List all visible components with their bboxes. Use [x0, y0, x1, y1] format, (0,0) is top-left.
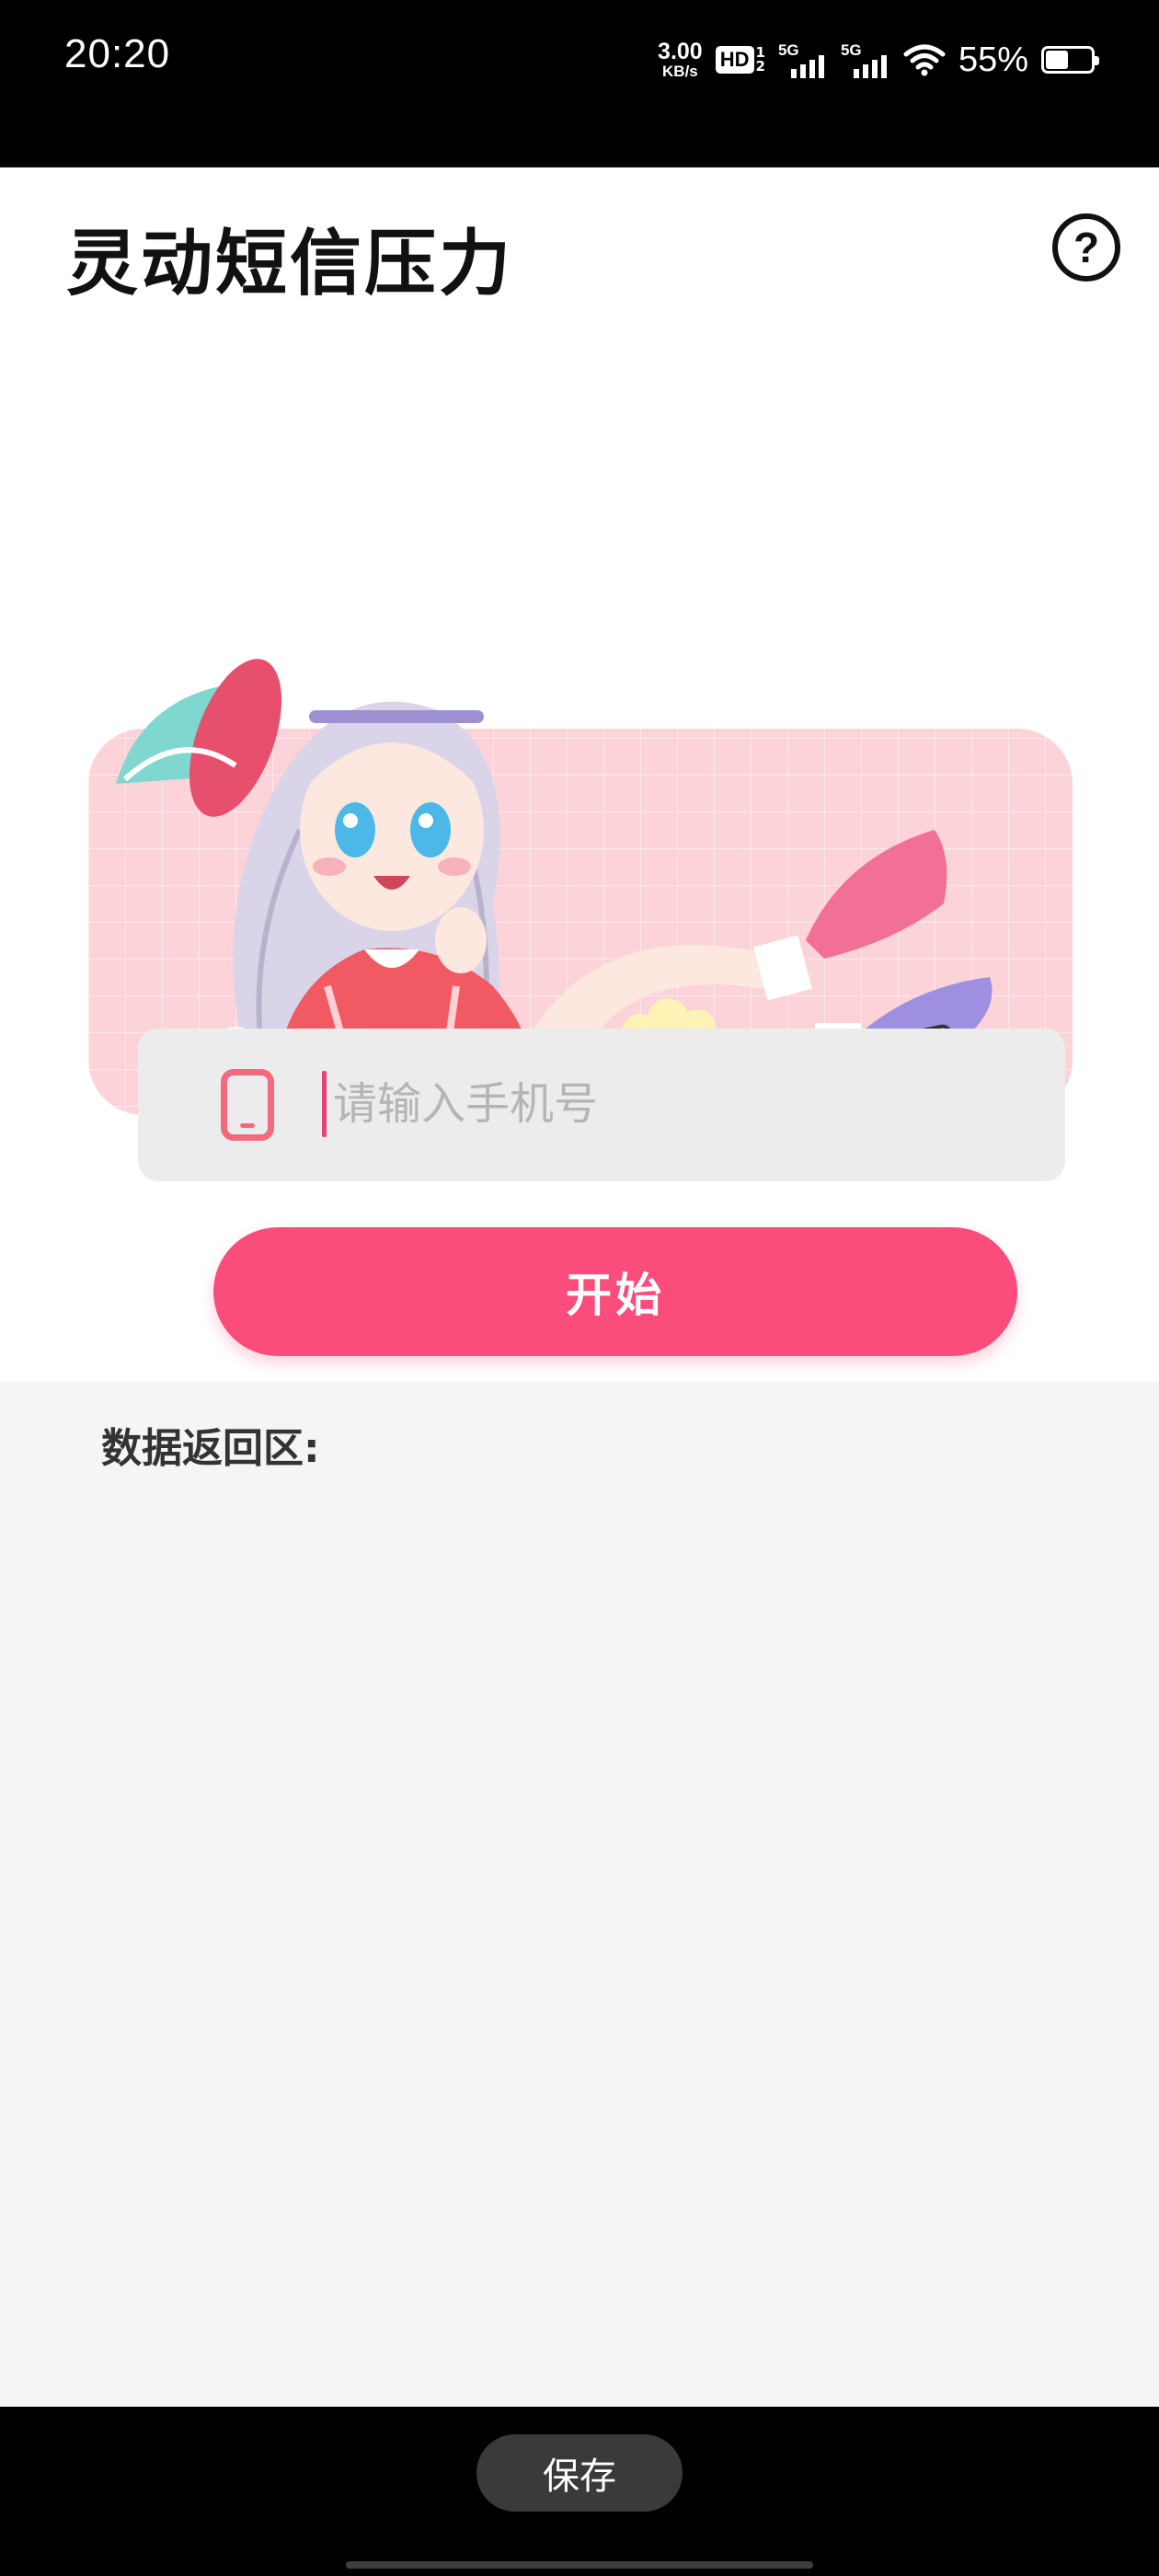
- phone-icon: [221, 1069, 274, 1141]
- save-button[interactable]: 保存: [476, 2434, 683, 2512]
- bottom-bar: 保存: [0, 2407, 1159, 2576]
- page-title: 灵动短信压力: [66, 223, 514, 305]
- battery-icon: [1041, 46, 1099, 74]
- phone-number-input[interactable]: [333, 1062, 1032, 1146]
- hd-icon: HD 1 2: [715, 46, 765, 75]
- data-return-label: 数据返回区:: [101, 1425, 320, 1472]
- question-circle-icon[interactable]: ?: [1052, 213, 1120, 282]
- battery-percent: 55%: [958, 40, 1028, 79]
- network-speed-value: 3.00: [658, 39, 703, 64]
- help-glyph: ?: [1073, 224, 1100, 271]
- save-button-label: 保存: [543, 2455, 616, 2498]
- status-time: 20:20: [64, 31, 171, 76]
- start-button-label: 开始: [566, 1269, 665, 1322]
- app-screen: 灵动短信压力 ? 请输入手机号 开始 数据返回区:: [0, 167, 1159, 2407]
- hd-label: HD: [715, 46, 754, 74]
- network-speed-unit: KB/s: [662, 63, 698, 80]
- data-return-area: 数据返回区:: [0, 1382, 1159, 2407]
- network-speed: 3.00 KB/s: [658, 39, 703, 80]
- status-icons: 3.00 KB/s HD 1 2 5G 5G 55%: [658, 37, 1099, 83]
- status-bar: 20:20 3.00 KB/s HD 1 2 5G 5G 55%: [0, 0, 1159, 167]
- hd-sub-bottom: 2: [755, 58, 765, 75]
- wifi-icon: [903, 44, 946, 76]
- phone-number-field[interactable]: [138, 1029, 1065, 1181]
- signal-icon: 5G: [778, 41, 828, 78]
- text-caret: [322, 1071, 327, 1137]
- start-button[interactable]: 开始: [213, 1227, 1017, 1356]
- home-indicator[interactable]: [346, 2561, 813, 2569]
- signal-icon: 5G: [841, 41, 890, 78]
